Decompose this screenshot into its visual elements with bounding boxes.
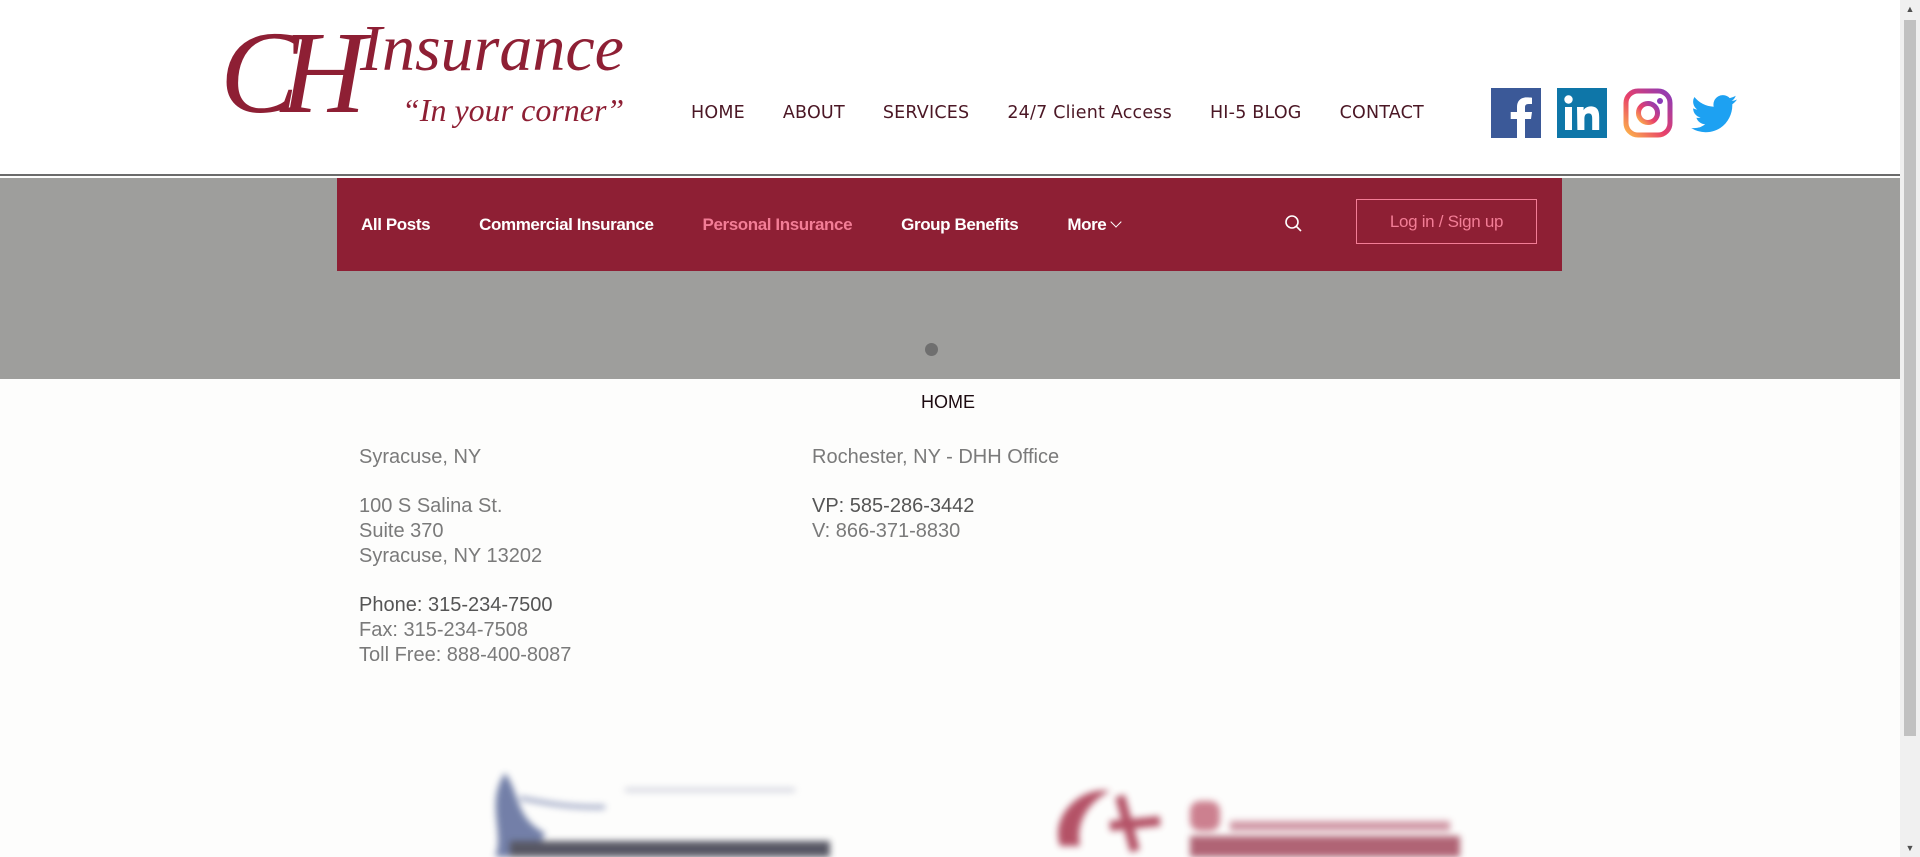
blog-more-label: More (1067, 214, 1107, 234)
address-line: Suite 370 (359, 520, 444, 542)
site-header: CH Insurance “In your corner” HOME ABOUT… (0, 0, 1900, 176)
page-scrollbar[interactable]: ▲ ▼ (1900, 0, 1920, 857)
vp-phone-number[interactable]: VP: 585-286-3442 (812, 494, 1059, 519)
scroll-up-arrow-icon[interactable]: ▲ (1900, 0, 1920, 18)
facebook-icon[interactable] (1491, 88, 1541, 138)
company-logo-image (1058, 790, 1460, 857)
logo-wordmark: Insurance (360, 12, 624, 85)
office-title: Syracuse, NY (359, 446, 482, 468)
site-logo[interactable]: CH Insurance “In your corner” (220, 8, 660, 148)
login-signup-button[interactable]: Log in / Sign up (1356, 199, 1537, 244)
tollfree-number[interactable]: Toll Free: 888-400-8087 (359, 643, 571, 668)
twitter-icon[interactable] (1689, 88, 1739, 138)
blog-tab-all-posts[interactable]: All Posts (361, 215, 431, 235)
slideshow-dot[interactable] (925, 343, 938, 356)
home-link[interactable]: HOME (921, 392, 975, 413)
syracuse-office: Syracuse, NY 100 S Salina St. Suite 370 … (359, 445, 571, 668)
main-nav: HOME ABOUT SERVICES 24/7 Client Access H… (672, 96, 1443, 130)
blog-menu-bar: All Posts Commercial Insurance Personal … (337, 178, 1562, 271)
instagram-icon[interactable] (1623, 88, 1673, 138)
blog-categories: All Posts Commercial Insurance Personal … (361, 178, 1169, 271)
scrollbar-thumb[interactable] (1904, 20, 1916, 736)
phone-number[interactable]: Phone: 315-234-7500 (359, 593, 571, 618)
blog-tab-commercial[interactable]: Commercial Insurance (479, 215, 654, 235)
v-phone-number[interactable]: V: 866-371-8830 (812, 519, 1059, 544)
partner-logo-image (495, 773, 830, 857)
blog-tab-group-benefits[interactable]: Group Benefits (901, 215, 1019, 235)
nav-blog[interactable]: HI-5 BLOG (1210, 96, 1302, 130)
nav-contact[interactable]: CONTACT (1340, 96, 1424, 130)
fax-number: Fax: 315-234-7508 (359, 619, 529, 641)
chevron-down-icon (1110, 215, 1123, 228)
logo-tagline: “In your corner” (402, 92, 625, 128)
address-line: Syracuse, NY 13202 (359, 545, 543, 567)
search-icon[interactable] (1283, 213, 1305, 235)
blog-tab-personal[interactable]: Personal Insurance (703, 215, 853, 235)
nav-services[interactable]: SERVICES (883, 96, 970, 130)
social-links (1491, 88, 1739, 138)
office-title: Rochester, NY - DHH Office (812, 446, 1060, 468)
linkedin-icon[interactable] (1557, 88, 1607, 138)
nav-home[interactable]: HOME (691, 96, 745, 130)
blog-header-band: All Posts Commercial Insurance Personal … (0, 178, 1900, 379)
blog-tab-more[interactable]: More (1067, 214, 1123, 235)
rochester-office: Rochester, NY - DHH Office VP: 585-286-3… (812, 445, 1059, 544)
nav-client-access[interactable]: 24/7 Client Access (1007, 96, 1172, 130)
scroll-down-arrow-icon[interactable]: ▼ (1900, 839, 1920, 857)
address-line: 100 S Salina St. (359, 495, 503, 517)
logo-monogram: CH (220, 7, 366, 138)
nav-about[interactable]: ABOUT (783, 96, 845, 130)
